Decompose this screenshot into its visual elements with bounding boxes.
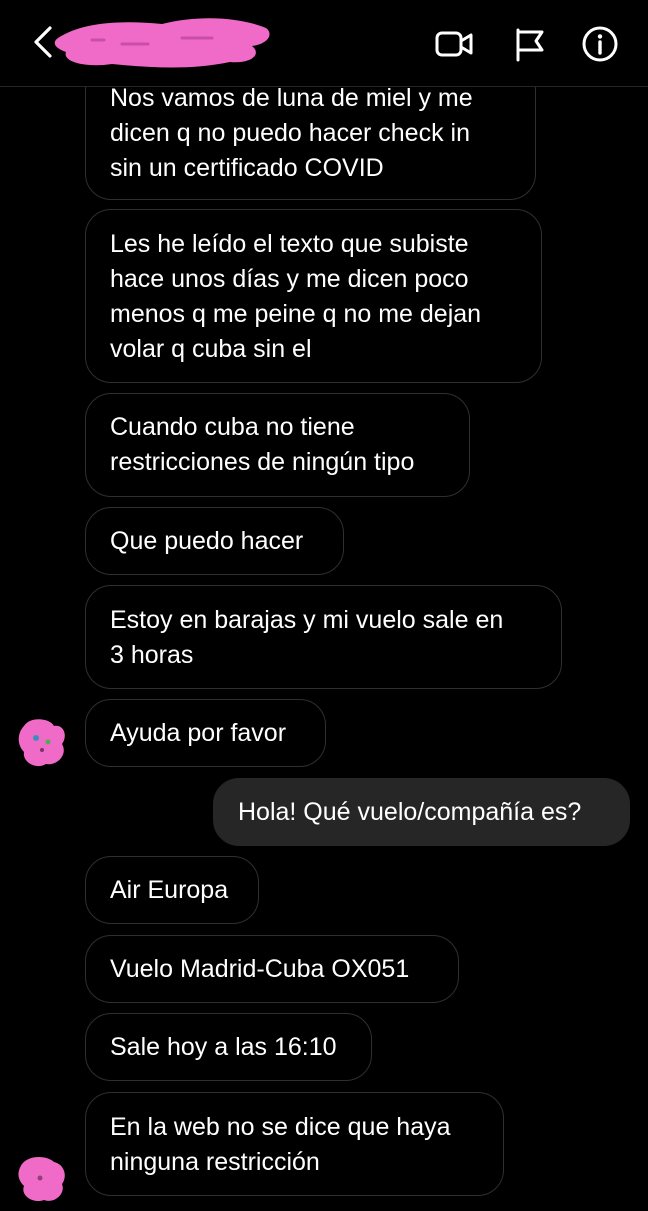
message-thread: Nos vamos de luna de miel y me dicen q n… <box>0 0 648 1202</box>
video-call-button[interactable] <box>434 24 474 64</box>
message-bubble-incoming[interactable]: Que puedo hacer <box>85 507 344 575</box>
flag-icon <box>516 28 544 62</box>
sender-avatar-redacted <box>14 1150 70 1206</box>
contact-name-redacted[interactable] <box>52 10 274 74</box>
sender-avatar-redacted <box>14 714 70 770</box>
message-text-line: Cuando cuba no tiene <box>110 413 355 441</box>
message-text-line: En la web no se dice que haya <box>110 1113 451 1141</box>
message-text-line: ninguna restricción <box>110 1148 320 1176</box>
message-bubble-incoming[interactable]: Air Europa <box>85 856 259 924</box>
message-text-line: Que puedo hacer <box>110 527 304 555</box>
message-bubble-incoming[interactable]: Les he leído el texto que subiste hace u… <box>85 209 542 383</box>
message-text-line: dicen q no puedo hacer check in <box>110 119 470 147</box>
message-bubble-incoming[interactable]: Sale hoy a las 16:10 <box>85 1013 372 1081</box>
message-text-line: Hola! Qué vuelo/compañía es? <box>238 798 582 826</box>
message-text-line: Estoy en barajas y mi vuelo sale en <box>110 606 504 634</box>
report-flag-button[interactable] <box>510 24 550 64</box>
info-icon <box>582 26 618 62</box>
message-bubble-incoming[interactable]: Estoy en barajas y mi vuelo sale en 3 ho… <box>85 585 562 689</box>
message-bubble-incoming[interactable]: Cuando cuba no tiene restricciones de ni… <box>85 393 470 497</box>
message-text-line: Ayuda por favor <box>110 719 287 747</box>
message-text-line: hace unos días y me dicen poco <box>110 265 469 293</box>
message-text-line: Sale hoy a las 16:10 <box>110 1033 337 1061</box>
message-bubble-incoming[interactable]: Vuelo Madrid-Cuba OX051 <box>85 935 459 1003</box>
message-bubble-incoming[interactable]: Ayuda por favor <box>85 699 326 767</box>
conversation-info-button[interactable] <box>580 24 620 64</box>
chat-header <box>0 0 648 87</box>
message-text-line: Les he leído el texto que subiste <box>110 230 469 258</box>
message-text-line: volar q cuba sin el <box>110 335 312 363</box>
message-text-line: restricciones de ningún tipo <box>110 448 415 476</box>
message-bubble-incoming[interactable]: En la web no se dice que haya ninguna re… <box>85 1092 504 1196</box>
video-call-icon <box>435 31 473 57</box>
message-text-line: menos q me peine q no me dejan <box>110 300 482 328</box>
message-bubble-outgoing[interactable]: Hola! Qué vuelo/compañía es? <box>213 778 630 846</box>
message-text-line: sin un certificado COVID <box>110 154 384 182</box>
message-text-line: 3 horas <box>110 641 194 669</box>
message-text-line: Vuelo Madrid-Cuba OX051 <box>110 955 410 983</box>
message-text-line: Air Europa <box>110 876 229 904</box>
